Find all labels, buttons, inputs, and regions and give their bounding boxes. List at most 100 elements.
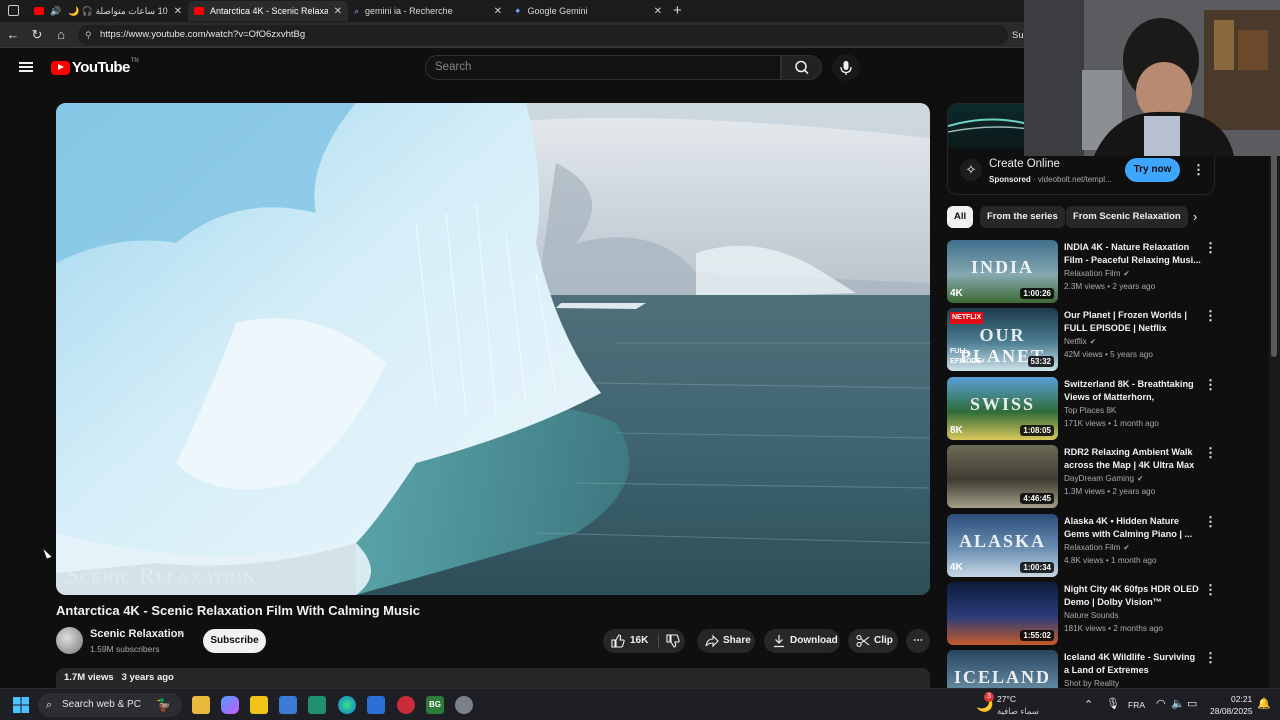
site-info-icon[interactable]: ⚲: [85, 25, 92, 45]
recommendation-card[interactable]: OUR PLANET NETFLIX 53:32 FULL EPISODE Our Pl…: [947, 308, 1217, 372]
weather-temp[interactable]: 27°C: [997, 694, 1016, 704]
pinned-app-green-icon[interactable]: [308, 696, 326, 714]
recommendation-channel[interactable]: Top Places 8K: [1064, 406, 1116, 415]
recommendation-title[interactable]: Alaska 4K • Hidden Nature Gems with Calm…: [1064, 515, 1202, 541]
recommendation-title[interactable]: Iceland 4K Wildlife - Surviving a Land o…: [1064, 651, 1202, 677]
chip-next-chevron-icon[interactable]: ›: [1193, 209, 1197, 224]
back-icon[interactable]: ←: [5, 27, 21, 43]
ad-title[interactable]: Create Online: [989, 158, 1060, 170]
tab-antarctica[interactable]: Antarctica 4K - Scenic Relaxation ✕: [188, 1, 348, 21]
try-now-button[interactable]: Try now: [1125, 158, 1180, 182]
pinned-app-bg-icon[interactable]: BG: [426, 696, 444, 714]
edge-browser-icon[interactable]: [338, 696, 356, 714]
recommendation-card[interactable]: 4:46:45 RDR2 Relaxing Ambient Walk across…: [947, 445, 1217, 509]
like-button[interactable]: 16K: [603, 629, 658, 653]
microsoft-store-icon[interactable]: [279, 696, 297, 714]
recommendation-card[interactable]: ALASKA 4K 1:00:34 Alaska 4K • Hidden Nature…: [947, 513, 1217, 578]
close-tab-icon[interactable]: ✕: [494, 6, 502, 17]
close-tab-icon[interactable]: ✕: [174, 6, 182, 17]
tab-gemini-search[interactable]: ⌕ gemini ia - Recherche ✕: [348, 1, 508, 21]
channel-name[interactable]: Scenic Relaxation: [90, 628, 184, 640]
taskbar-search[interactable]: ⌕ Search web & PC 🦆: [38, 693, 182, 717]
recommendation-channel[interactable]: Relaxation Film ✔: [1064, 543, 1130, 552]
microphone-tray-icon[interactable]: 🎙: [1106, 697, 1120, 710]
recommendation-thumbnail[interactable]: INDIA 4K 1:00:26: [947, 240, 1058, 303]
recommendation-more-icon[interactable]: ⋮: [1204, 446, 1217, 459]
video-player[interactable]: Scenic Relaxation: [56, 103, 930, 595]
weather-description: سماء صافية: [997, 706, 1039, 716]
search-button[interactable]: [781, 55, 822, 80]
recommendation-thumbnail[interactable]: SWISS 8K 1:08:05: [947, 376, 1058, 440]
reload-icon[interactable]: ↻: [29, 27, 45, 43]
windows-start-icon[interactable]: [13, 697, 29, 713]
recommendation-more-icon[interactable]: ⋮: [1204, 583, 1217, 596]
search-input[interactable]: Search: [425, 55, 781, 80]
recommendation-title[interactable]: RDR2 Relaxing Ambient Walk across the Ma…: [1064, 446, 1202, 472]
youtube-logo[interactable]: YouTube TN: [51, 58, 139, 76]
copilot-icon[interactable]: [221, 696, 239, 714]
home-icon[interactable]: ⌂: [53, 27, 69, 43]
pinned-app-yellow-icon[interactable]: [250, 696, 268, 714]
wifi-icon[interactable]: ◠: [1156, 697, 1166, 710]
thumbnail-text: INDIA: [970, 257, 1034, 277]
recommendation-thumbnail[interactable]: ALASKA 4K 1:00:34: [947, 513, 1058, 577]
notifications-icon[interactable]: 🔔: [1257, 697, 1271, 710]
guide-menu-icon[interactable]: [19, 60, 33, 74]
webcam-person-image: [1024, 0, 1280, 156]
more-actions-button[interactable]: ⋯: [906, 629, 930, 653]
chip-from-the-series[interactable]: From the series: [980, 206, 1065, 228]
channel-avatar[interactable]: [56, 627, 83, 654]
ad-sponsor-line: Sponsored · videobolt.net/templ...: [989, 175, 1112, 184]
download-button[interactable]: Download: [764, 629, 840, 653]
recommendation-thumbnail[interactable]: 4:46:45: [947, 445, 1058, 509]
close-tab-icon[interactable]: ✕: [654, 6, 662, 17]
recommendation-thumbnail[interactable]: 1:55:02: [947, 582, 1058, 645]
clock-date[interactable]: 28/08/2025: [1210, 706, 1253, 716]
settings-gear-icon[interactable]: [455, 696, 473, 714]
recommendation-more-icon[interactable]: ⋮: [1204, 378, 1217, 391]
workspaces-icon[interactable]: [8, 5, 19, 16]
recommendation-channel[interactable]: DayDream Gaming ✔: [1064, 474, 1143, 483]
show-hidden-icons-chevron-icon[interactable]: ⌃: [1084, 698, 1093, 711]
recommendation-channel[interactable]: Netflix ✔: [1064, 337, 1096, 346]
recommendation-card[interactable]: SWISS 8K 1:08:05 Switzerland 8K - Breathtak…: [947, 376, 1217, 441]
voice-search-button[interactable]: [832, 54, 860, 81]
ad-more-icon[interactable]: ⋮: [1192, 163, 1205, 176]
recommendation-title[interactable]: Switzerland 8K - Breathtaking Views of M…: [1064, 378, 1202, 404]
clip-button[interactable]: Clip: [848, 629, 898, 653]
recommendation-more-icon[interactable]: ⋮: [1204, 515, 1217, 528]
recommendation-more-icon[interactable]: ⋮: [1204, 241, 1217, 254]
recommendation-channel[interactable]: Relaxation Film ✔: [1064, 269, 1130, 278]
pinned-app-red-icon[interactable]: [397, 696, 415, 714]
thumbnail-text: ALASKA: [958, 530, 1046, 551]
subscribe-button[interactable]: Subscribe: [203, 629, 266, 653]
new-tab-icon[interactable]: +: [673, 2, 682, 19]
tab-google-gemini[interactable]: ✦ Google Gemini ✕: [508, 1, 668, 21]
address-bar[interactable]: ⚲ https://www.youtube.com/watch?v=OfO6zx…: [78, 25, 1008, 45]
recommendation-title[interactable]: Night City 4K 60fps HDR OLED Demo | Dolb…: [1064, 583, 1202, 609]
description-box[interactable]: 1.7M views 3 years ago: [56, 668, 930, 690]
battery-icon[interactable]: ▭: [1187, 697, 1197, 710]
chip-from-scenic-relaxation[interactable]: From Scenic Relaxation: [1066, 206, 1188, 228]
recommendation-card[interactable]: INDIA 4K 1:00:26 INDIA 4K - Nature Relaxati…: [947, 240, 1217, 304]
recommendation-channel[interactable]: Nature Sounds: [1064, 611, 1119, 620]
share-button[interactable]: Share: [697, 629, 755, 653]
input-language[interactable]: FRA: [1128, 700, 1145, 710]
recommendation-card[interactable]: 1:55:02 Night City 4K 60fps HDR OLED Demo…: [947, 582, 1217, 646]
volume-icon[interactable]: 🔈: [1171, 697, 1185, 710]
file-explorer-icon[interactable]: [192, 696, 210, 714]
chip-all[interactable]: All: [947, 206, 974, 228]
recommendation-more-icon[interactable]: ⋮: [1204, 309, 1217, 322]
recommendation-title[interactable]: INDIA 4K - Nature Relaxation Film - Peac…: [1064, 241, 1202, 267]
recommendation-meta: 171K views • 1 month ago: [1064, 418, 1159, 428]
recommendation-title[interactable]: Our Planet | Frozen Worlds | FULL EPISOD…: [1064, 309, 1202, 335]
like-count: 16K: [630, 635, 649, 646]
pinned-app-blue-icon[interactable]: [367, 696, 385, 714]
close-tab-icon[interactable]: ✕: [334, 6, 342, 17]
speaker-icon[interactable]: 🔊: [50, 6, 61, 17]
dislike-button[interactable]: [659, 629, 685, 653]
tab-arabic-music[interactable]: 🔊 10 ساعات متواصلة 🎧 🌙 ساعات ✕: [28, 1, 188, 21]
recommendation-more-icon[interactable]: ⋮: [1204, 651, 1217, 664]
clock-time[interactable]: 02:21: [1231, 694, 1252, 704]
recommendation-thumbnail[interactable]: OUR PLANET NETFLIX 53:32 FULL EPISODE: [947, 308, 1058, 372]
